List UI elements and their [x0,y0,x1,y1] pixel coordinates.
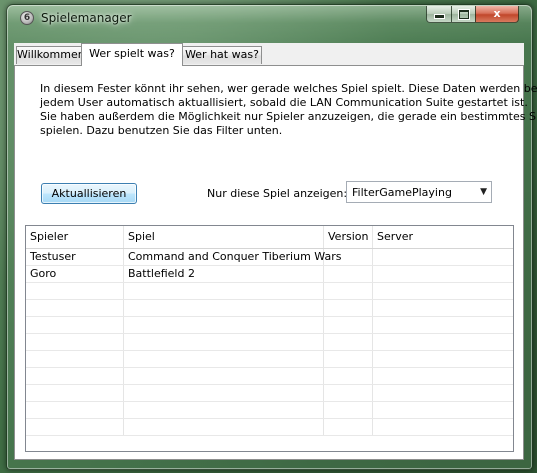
table-cell [373,351,513,367]
column-header-spieler[interactable]: Spieler [26,226,124,248]
table-cell [26,402,124,418]
table-cell [124,334,324,350]
table-cell: Testuser [26,249,124,265]
column-header-server[interactable]: Server [373,226,513,248]
table-row[interactable] [26,368,513,385]
table-cell [324,317,373,333]
description-line: In diesem Fester könnt ihr sehen, wer ge… [40,82,537,95]
table-cell [26,351,124,367]
table-row[interactable] [26,334,513,351]
table-cell [324,419,373,435]
table-header: Spieler Spiel Version Server [26,226,513,249]
tab-panel: In diesem Fester könnt ihr sehen, wer ge… [14,65,537,460]
description-line: Sie haben außerdem die Möglichkeit nur S… [40,110,537,123]
filter-selected-value: FilterGamePlaying [352,186,452,199]
table-cell [324,300,373,316]
table-cell [124,402,324,418]
tab-wer-hat-was[interactable]: Wer hat was? [182,46,262,64]
table-row[interactable] [26,402,513,419]
table-row[interactable]: Goro Battlefield 2 [26,266,513,283]
description-text: In diesem Fester könnt ihr sehen, wer ge… [40,82,537,138]
table-row[interactable] [26,317,513,334]
close-button[interactable]: x [475,6,519,23]
table-row[interactable]: Testuser Command and Conquer Tiberium War… [26,249,513,266]
description-line: spielen. Dazu benutzen Sie das Filter un… [40,124,283,137]
table-cell [26,368,124,384]
table-cell [373,317,513,333]
table-row[interactable] [26,283,513,300]
window-client-area: Willkommen Wer spielt was? Wer hat was? … [14,43,537,460]
app-icon: 6 [20,11,34,25]
table-cell [324,402,373,418]
table-cell [124,419,324,435]
table-row[interactable] [26,385,513,402]
table-cell [324,368,373,384]
table-cell [26,419,124,435]
window-title: Spielemanager [41,11,132,25]
table-cell [26,283,124,299]
table-cell [26,334,124,350]
maximize-button[interactable] [451,6,476,23]
column-header-spiel[interactable]: Spiel [124,226,324,248]
table-cell [324,283,373,299]
players-table[interactable]: Spieler Spiel Version Server Testuser Com… [25,225,514,452]
table-row[interactable] [26,300,513,317]
table-cell [324,249,373,265]
table-cell [373,385,513,401]
table-cell [324,266,373,282]
tab-strip: Willkommen Wer spielt was? Wer hat was? [14,43,524,66]
column-header-version[interactable]: Version [324,226,373,248]
description-line: jedem User automatisch aktuallisiert, so… [40,96,528,109]
minimize-button[interactable] [426,6,452,23]
table-cell [373,334,513,350]
app-window: 6 Spielemanager x Willkommen Wer spielt … [6,4,537,470]
table-cell [373,300,513,316]
table-cell [124,317,324,333]
game-filter-dropdown[interactable]: FilterGamePlaying ▼ [346,181,492,203]
refresh-button[interactable]: Aktuallisieren [41,183,137,204]
table-cell [124,283,324,299]
table-cell [373,266,513,282]
table-cell [373,249,513,265]
table-cell [373,402,513,418]
filter-label: Nur diese Spiel anzeigen: [207,187,348,200]
table-row[interactable] [26,351,513,368]
minimize-icon [433,14,445,19]
table-cell: Battlefield 2 [124,266,324,282]
table-cell [26,385,124,401]
table-cell: Goro [26,266,124,282]
maximize-icon [458,10,469,19]
table-cell [26,300,124,316]
table-cell [324,334,373,350]
tab-willkommen[interactable]: Willkommen [16,46,85,64]
tab-wer-spielt-was[interactable]: Wer spielt was? [81,43,183,66]
table-cell [324,351,373,367]
table-cell [124,385,324,401]
table-cell [324,385,373,401]
close-icon: x [493,7,501,20]
dropdown-arrow-icon[interactable]: ▼ [480,185,487,199]
table-cell [124,351,324,367]
table-cell [124,300,324,316]
table-cell [373,419,513,435]
table-row[interactable] [26,419,513,436]
title-bar[interactable]: 6 Spielemanager x [7,5,532,31]
table-cell [373,368,513,384]
table-cell: Command and Conquer Tiberium Wars [124,249,341,265]
table-cell [26,317,124,333]
table-cell [124,368,324,384]
table-cell [373,283,513,299]
